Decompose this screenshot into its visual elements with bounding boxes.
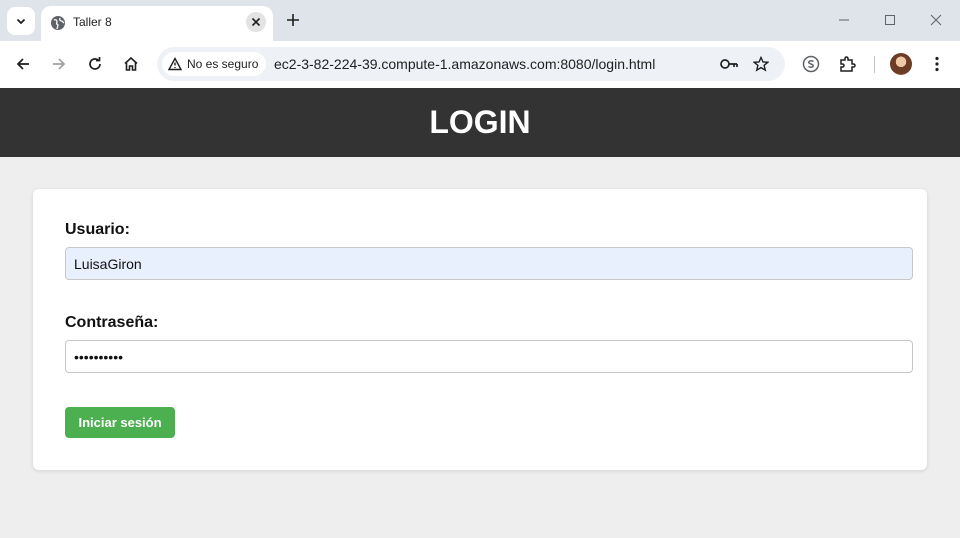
warning-icon [168,57,182,71]
page-title: LOGIN [429,104,531,140]
url-text[interactable]: ec2-3-82-224-39.compute-1.amazonaws.com:… [274,56,655,72]
skype-icon [802,55,820,73]
plus-icon [287,14,299,26]
home-button[interactable] [119,52,143,76]
close-icon [930,14,942,26]
page-header: LOGIN [0,88,960,157]
login-form: Usuario: Contraseña: Iniciar sesión [33,189,927,470]
home-icon [124,56,138,71]
toolbar-divider [874,56,875,73]
minimize-button[interactable] [834,10,854,30]
profile-avatar[interactable] [890,53,912,75]
maximize-icon [885,15,895,25]
globe-icon [51,16,65,30]
close-window-button[interactable] [926,10,946,30]
tab-title: Taller 8 [73,15,112,29]
password-input[interactable] [65,340,913,373]
more-vert-icon [935,56,939,72]
back-button[interactable] [11,52,35,76]
active-tab[interactable]: Taller 8 [41,6,273,41]
arrow-left-icon [16,58,29,70]
forward-button[interactable] [47,52,71,76]
tab-search-button[interactable] [7,7,35,35]
extensions-button[interactable] [835,52,859,76]
security-label: No es seguro [187,57,259,71]
password-label: Contraseña: [65,314,159,331]
username-input[interactable] [65,247,913,280]
minimize-icon [839,19,849,21]
key-icon [720,59,738,69]
maximize-button[interactable] [880,10,900,30]
login-button[interactable]: Iniciar sesión [65,407,175,438]
security-chip[interactable]: No es seguro [162,52,267,76]
browser-toolbar: No es seguro ec2-3-82-224-39.compute-1.a… [0,41,960,88]
reload-icon [89,57,101,70]
arrow-right-icon [53,58,66,70]
skype-extension-button[interactable] [799,52,823,76]
chevron-down-icon [16,18,26,25]
page-content: LOGIN Usuario: Contraseña: Iniciar sesió… [0,88,960,538]
address-bar[interactable]: No es seguro ec2-3-82-224-39.compute-1.a… [157,47,785,81]
menu-button[interactable] [925,52,949,76]
close-icon [251,17,261,27]
reload-button[interactable] [83,52,107,76]
tab-close-button[interactable] [246,12,266,32]
new-tab-button[interactable] [283,10,303,30]
password-key-button[interactable] [717,52,741,76]
bookmark-button[interactable] [749,52,773,76]
username-label: Usuario: [65,221,130,238]
star-icon [753,56,769,72]
tab-strip: Taller 8 [0,0,960,41]
puzzle-icon [840,56,856,72]
